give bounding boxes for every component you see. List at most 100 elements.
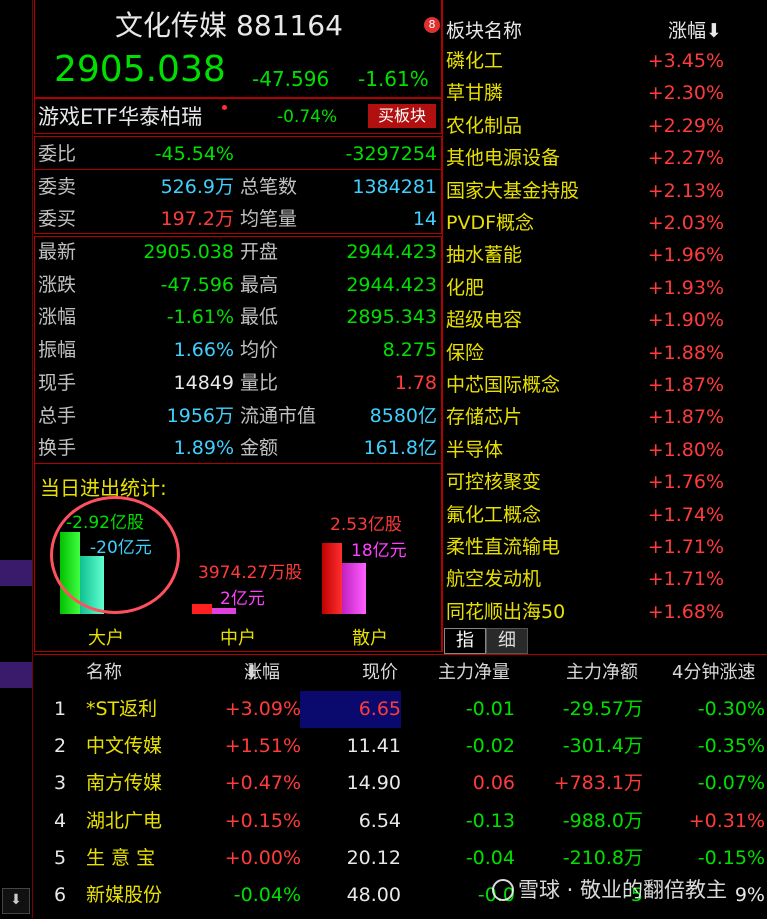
cell-name: 湖北广电 [86,809,163,832]
cell-speed: -0.30% [697,698,765,720]
quote-value-6: 1.89% [173,437,234,460]
quote-value-3: 1.66% [173,339,234,362]
badge[interactable]: 8 [424,17,440,33]
sector-pct: +2.27% [647,147,724,170]
sector-item[interactable]: 保险 +1.88% [446,337,724,369]
mid-amount: 2亿元 [220,589,265,609]
cell-idx: 6 [54,884,67,906]
sector-item[interactable]: 同花顺出海50 +1.68% [446,596,724,628]
sector-pct: +1.90% [647,309,724,332]
cell-price: 20.12 [346,846,401,869]
sector-item[interactable]: 磷化工 +3.45% [446,45,724,77]
quote-label-2: 涨幅 [38,306,77,329]
quote-value-1: -47.596 [160,273,234,296]
sector-item[interactable]: 草甘膦 +2.30% [446,77,724,109]
junbiliang-val: 14 [412,208,437,230]
table-row[interactable]: 3 南方传媒 +0.47% 14.90 0.06 +783.1万 -0.07% [36,765,767,802]
sector-name: 草甘膦 [446,82,504,105]
sector-item[interactable]: 氟化工概念 +1.74% [446,499,724,531]
cell-price: 48.00 [346,884,401,906]
sector-name: 航空发动机 [446,568,542,591]
quote-label-5: 总手 [38,404,77,427]
sector-item[interactable]: 其他电源设备 +2.27% [446,142,724,174]
quote-label-3: 振幅 [38,339,77,362]
sector-pct: +1.87% [647,406,724,429]
sector-name: 化肥 [446,276,485,299]
tab-zhi[interactable]: 指 [444,628,486,654]
sector-item[interactable]: PVDF概念 +2.03% [446,207,724,239]
cell-speed: 9% [734,884,765,906]
cell-price: 6.65 [358,698,401,720]
sort-down-icon: ⬇ [706,20,722,42]
cell-idx: 3 [54,772,67,795]
sector-header-pct[interactable]: 涨幅⬇ [668,16,722,43]
sector-item[interactable]: 半导体 +1.80% [446,434,724,466]
index-name: 文化传媒 [115,9,228,42]
quote-value2-0: 2944.423 [346,241,437,263]
zongbishu-label: 总笔数 [240,176,298,198]
col-netamt[interactable]: 主力净额 [566,655,638,691]
sector-item[interactable]: 可控核聚变 +1.76% [446,466,724,498]
etf-name[interactable]: 游戏ETF华泰柏瑞 [38,105,202,129]
quote-label-6: 换手 [38,437,77,460]
sector-item[interactable]: 化肥 +1.93% [446,272,724,304]
left-strip-marker-1[interactable] [0,560,32,586]
sector-name: 半导体 [446,438,504,461]
table-row[interactable]: 4 湖北广电 +0.15% 6.54 -0.13 -988.0万 +0.31% [36,803,767,840]
cell-netamt: -988.0万 [562,809,643,832]
tab-xi[interactable]: 细 [486,628,528,654]
sector-name: 中芯国际概念 [446,374,561,396]
weimai-label: 委卖 [38,176,77,198]
snowball-logo-icon [492,879,514,901]
small-label: 散户 [352,628,388,649]
left-strip [0,0,33,918]
cell-price: 6.54 [358,809,401,832]
col-name[interactable]: 名称 [86,655,122,691]
weimai2-label: 委买 [38,208,77,230]
watermark-text: 雪球 · 敬业的翻倍教主 [518,878,728,902]
quote-value-5: 1956万 [166,404,234,427]
sector-item[interactable]: 中芯国际概念 +1.87% [446,369,724,401]
sector-item[interactable]: 存储芯片 +1.87% [446,401,724,433]
cell-pct: +3.09% [224,698,301,720]
cell-netamt: -29.57万 [562,698,643,720]
sector-pct: +1.71% [647,536,724,558]
small-shares-bar [322,543,342,614]
table-row[interactable]: 2 中文传媒 +1.51% 11.41 -0.02 -301.4万 -0.35% [36,728,767,765]
buy-sector-button[interactable]: 买板块 [368,104,436,128]
quote-value-0: 2905.038 [143,241,234,263]
watermark: 雪球 · 敬业的翻倍教主 [492,874,727,904]
index-code: 881164 [236,9,343,42]
sector-item[interactable]: 抽水蓄能 +1.96% [446,239,724,271]
sector-pct: +1.93% [647,276,724,299]
sector-item[interactable]: 柔性直流输电 +1.71% [446,531,724,563]
sector-item[interactable]: 航空发动机 +1.71% [446,563,724,595]
cell-netamt: -301.4万 [562,735,643,758]
sector-pct: +1.74% [647,503,724,526]
quote-value2-6: 161.8亿 [363,437,437,460]
sector-pct: +1.68% [647,600,724,623]
sector-header-name[interactable]: 板块名称 [446,16,522,43]
sector-item[interactable]: 国家大基金持股 +2.13% [446,175,724,207]
sector-item[interactable]: 超级电容 +1.90% [446,304,724,336]
cell-idx: 4 [54,809,67,832]
quote-value2-5: 8580亿 [369,404,437,427]
index-change: -47.596 [252,67,330,91]
sector-name: 国家大基金持股 [446,179,580,202]
cell-pct: +0.47% [224,772,301,795]
scroll-down-icon[interactable]: ⬇ [2,888,30,914]
quote-value2-4: 1.78 [394,371,437,394]
col-speed[interactable]: 4分钟涨速 [672,655,755,691]
sector-item[interactable]: 农化制品 +2.29% [446,110,724,142]
table-row[interactable]: 1 *ST返利 +3.09% 6.65 -0.01 -29.57万 -0.30% [36,691,767,728]
quote-value2-2: 2895.343 [346,306,437,329]
table-row[interactable]: 5 生 意 宝 +0.00% 20.12 -0.04 -210.8万 -0.15% [36,840,767,877]
cell-netamt: +783.1万 [553,772,643,795]
quote-label2-0: 开盘 [240,241,279,263]
col-net[interactable]: 主力净量 [438,655,510,691]
cell-net: 0.06 [472,772,515,795]
col-price[interactable]: 现价 [362,655,398,691]
quote-label-0: 最新 [38,241,77,263]
cell-name: 中文传媒 [86,735,163,758]
left-strip-marker-2[interactable] [0,662,32,688]
